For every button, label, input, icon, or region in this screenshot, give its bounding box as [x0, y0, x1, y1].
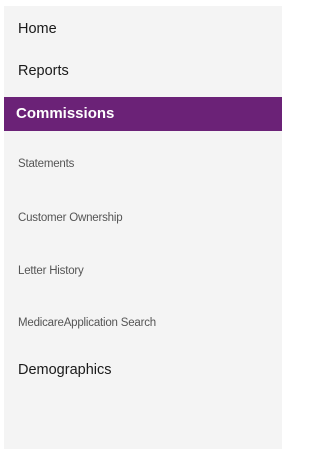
nav-subitem-letter-history[interactable]: Letter History [4, 258, 282, 284]
nav-subitem-statements[interactable]: Statements [4, 151, 282, 177]
side-navigation: Home Reports Commissions Statements Cust… [4, 6, 282, 449]
nav-item-reports[interactable]: Reports [4, 57, 282, 85]
nav-item-commissions[interactable]: Commissions [4, 97, 282, 131]
nav-item-demographics[interactable]: Demographics [4, 356, 282, 384]
nav-subitem-medicare-application-search[interactable]: MedicareApplication Search [4, 310, 282, 336]
nav-subitem-customer-ownership[interactable]: Customer Ownership [4, 205, 282, 231]
nav-item-home[interactable]: Home [4, 15, 282, 43]
